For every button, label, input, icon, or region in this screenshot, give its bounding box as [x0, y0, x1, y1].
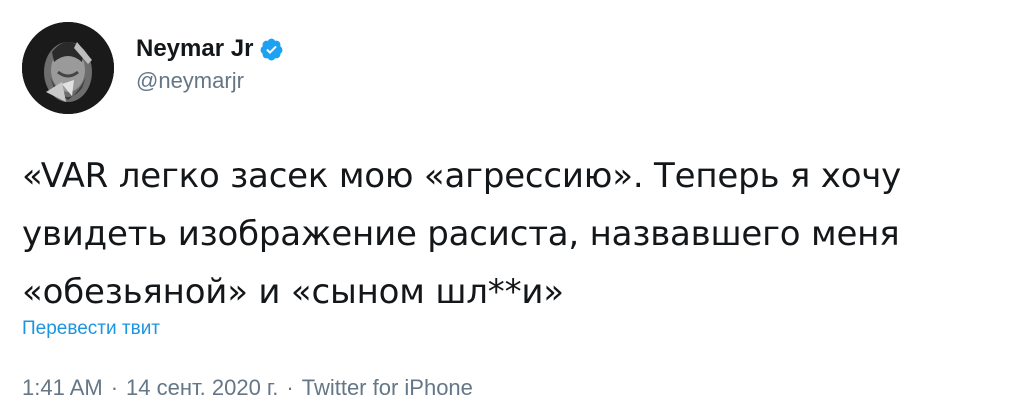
separator: ·	[110, 375, 119, 400]
display-name-row[interactable]: Neymar Jr	[136, 34, 284, 64]
tweet-header: Neymar Jr @neymarjr	[22, 22, 284, 114]
translate-tweet-link[interactable]: Перевести твит	[22, 318, 160, 340]
tweet-text-line: «обезьяной» и «сыном шл**и»	[22, 272, 564, 312]
display-name[interactable]: Neymar Jr	[136, 34, 253, 64]
tweet-time[interactable]: 1:41 AM	[22, 375, 103, 401]
tweet-metadata: 1:41 AM · 14 сент. 2020 г. · Twitter for iPh…	[22, 375, 473, 401]
author-names: Neymar Jr @neymarjr	[136, 34, 284, 96]
tweet-text-line: «VAR легко засек мою «агрессию». Теперь …	[22, 156, 902, 196]
verified-badge-icon	[259, 37, 284, 62]
profile-photo	[22, 22, 114, 114]
tweet-source[interactable]: Twitter for iPhone	[302, 375, 473, 401]
tweet-card: Neymar Jr @neymarjr «VAR легко засек мою…	[0, 0, 1010, 412]
tweet-text-line: увидеть изображение расиста, назвавшего …	[22, 214, 900, 254]
author-handle[interactable]: @neymarjr	[136, 66, 284, 96]
tweet-date[interactable]: 14 сент. 2020 г.	[126, 375, 278, 401]
separator: ·	[286, 375, 294, 400]
tweet-text: «VAR легко засек мою «агрессию». Теперь …	[22, 147, 997, 321]
avatar[interactable]	[22, 22, 114, 114]
